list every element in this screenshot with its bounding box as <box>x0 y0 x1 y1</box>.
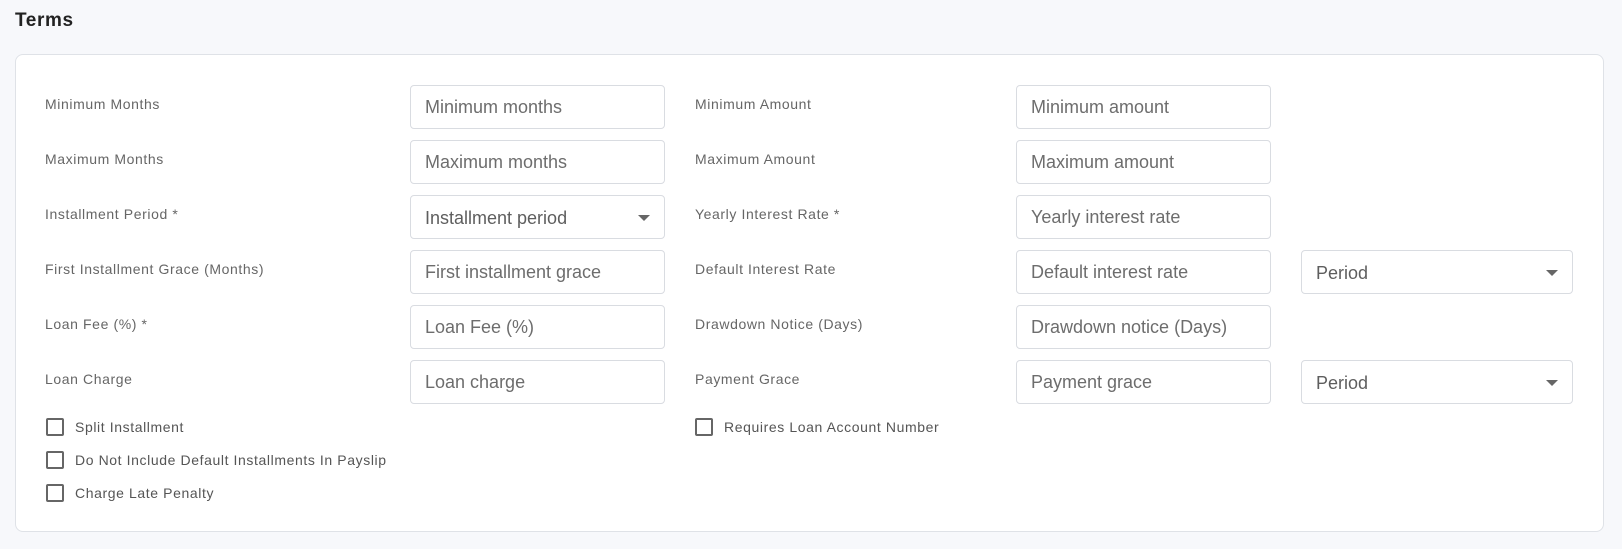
requires-loan-account-number-checkbox-row[interactable]: Requires Loan Account Number <box>695 418 939 436</box>
payment-grace-field[interactable] <box>1016 360 1271 404</box>
payment-grace-input[interactable] <box>1017 361 1270 403</box>
installment-period-value: Installment period <box>425 208 568 228</box>
maximum-months-label: Maximum Months <box>45 151 164 167</box>
default-interest-rate-field[interactable] <box>1016 250 1271 294</box>
split-installment-checkbox[interactable] <box>46 418 64 436</box>
default-interest-rate-label: Default Interest Rate <box>695 261 836 277</box>
yearly-interest-rate-label: Yearly Interest Rate * <box>695 206 840 222</box>
yearly-interest-rate-field[interactable] <box>1016 195 1271 239</box>
loan-charge-input[interactable] <box>411 361 664 403</box>
payment-grace-label: Payment Grace <box>695 371 801 387</box>
minimum-months-field[interactable] <box>410 85 665 129</box>
payment-grace-period-select[interactable]: Period <box>1301 360 1573 404</box>
maximum-amount-field[interactable] <box>1016 140 1271 184</box>
maximum-amount-label: Maximum Amount <box>695 151 816 167</box>
caret-down-icon[interactable] <box>638 215 650 221</box>
maximum-amount-input[interactable] <box>1017 141 1270 183</box>
payment-grace-period-value: Period <box>1316 373 1369 393</box>
do-not-include-default-checkbox-row[interactable]: Do Not Include Default Installments In P… <box>46 451 387 469</box>
split-installment-label: Split Installment <box>75 419 185 435</box>
do-not-include-default-checkbox[interactable] <box>46 451 64 469</box>
maximum-months-input[interactable] <box>411 141 664 183</box>
split-installment-checkbox-row[interactable]: Split Installment <box>46 418 184 436</box>
loan-fee-label: Loan Fee (%) * <box>45 316 148 332</box>
charge-late-penalty-checkbox[interactable] <box>46 484 64 502</box>
yearly-interest-rate-input[interactable] <box>1017 196 1270 238</box>
default-interest-period-select[interactable]: Period <box>1301 250 1573 294</box>
minimum-amount-input[interactable] <box>1017 86 1270 128</box>
minimum-amount-label: Minimum Amount <box>695 96 812 112</box>
loan-charge-field[interactable] <box>410 360 665 404</box>
drawdown-notice-input[interactable] <box>1017 306 1270 348</box>
installment-period-label: Installment Period * <box>45 206 179 222</box>
first-installment-grace-label: First Installment Grace (Months) <box>45 261 265 277</box>
caret-down-icon[interactable] <box>1546 270 1558 276</box>
requires-loan-account-number-label: Requires Loan Account Number <box>724 419 940 435</box>
default-interest-period-value: Period <box>1316 263 1369 283</box>
requires-loan-account-number-checkbox[interactable] <box>695 418 713 436</box>
first-installment-grace-field[interactable] <box>410 250 665 294</box>
maximum-months-field[interactable] <box>410 140 665 184</box>
minimum-months-input[interactable] <box>411 86 664 128</box>
default-interest-rate-input[interactable] <box>1017 251 1270 293</box>
installment-period-select[interactable]: Installment period <box>410 195 665 239</box>
charge-late-penalty-checkbox-row[interactable]: Charge Late Penalty <box>46 484 214 502</box>
drawdown-notice-label: Drawdown Notice (Days) <box>695 316 864 332</box>
minimum-amount-field[interactable] <box>1016 85 1271 129</box>
minimum-months-label: Minimum Months <box>45 96 160 112</box>
drawdown-notice-field[interactable] <box>1016 305 1271 349</box>
charge-late-penalty-label: Charge Late Penalty <box>75 485 215 501</box>
loan-fee-field[interactable] <box>410 305 665 349</box>
loan-charge-label: Loan Charge <box>45 371 133 387</box>
do-not-include-default-label: Do Not Include Default Installments In P… <box>75 452 387 468</box>
section-title: Terms <box>15 10 74 31</box>
caret-down-icon[interactable] <box>1546 380 1558 386</box>
first-installment-grace-input[interactable] <box>411 251 664 293</box>
loan-fee-input[interactable] <box>411 306 664 348</box>
